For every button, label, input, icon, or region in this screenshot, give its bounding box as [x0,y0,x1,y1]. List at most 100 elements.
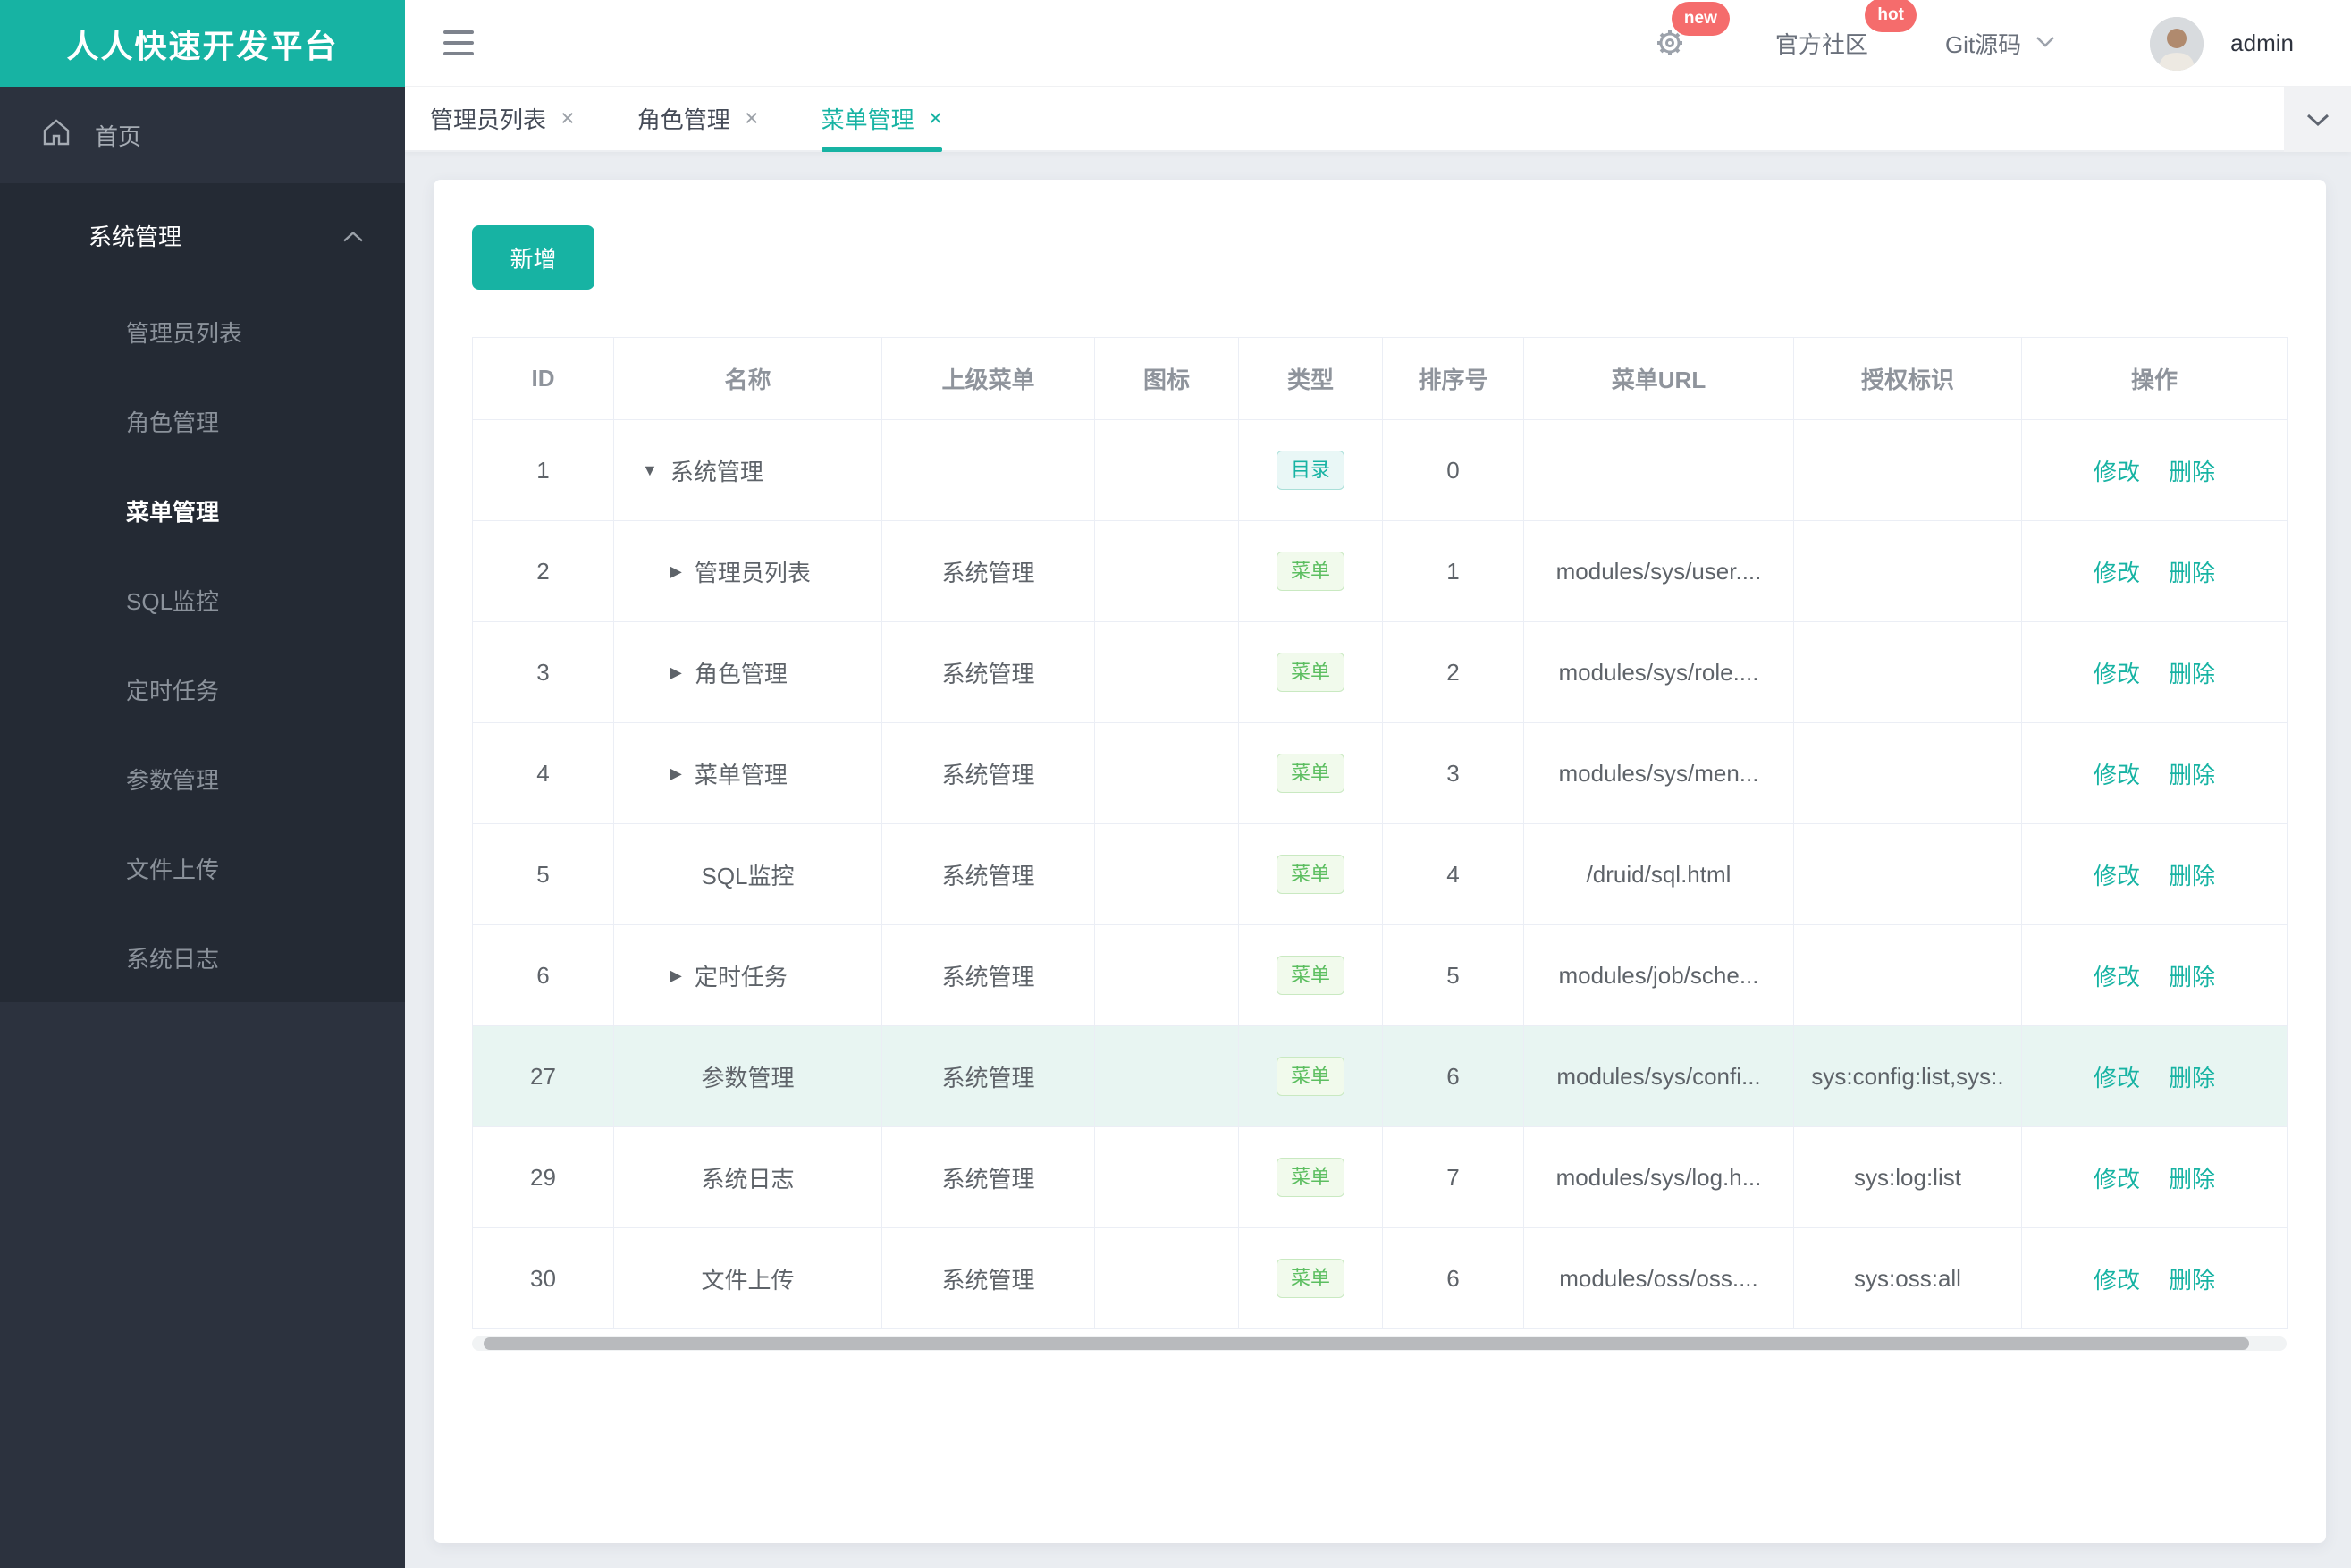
avatar[interactable] [2150,16,2204,71]
menu-table-wrap: ID 名称 上级菜单 图标 类型 排序号 菜单URL 授权标识 操作 1 ▼ 系统管理 目录 0 修改 删除… [472,337,2288,1351]
sidebar-group-title[interactable]: 系统管理 [0,183,405,287]
tree-collapse-icon[interactable]: ▶ [670,966,682,985]
table-row[interactable]: 27 参数管理 系统管理 菜单 6 modules/sys/confi... sys:con… [472,1025,2288,1127]
tab-item[interactable]: 管理员列表 × [430,87,575,150]
username-label[interactable]: admin [2230,30,2294,57]
cell-name: SQL监控 [613,823,882,925]
cell-actions: 修改 删除 [2021,924,2288,1026]
tree-node[interactable]: ▶ 定时任务 [615,959,881,992]
cell-perms: sys:log:list [1793,1126,2022,1228]
cell-parent-menu: 系统管理 [881,924,1095,1026]
tree-node[interactable]: ▶ 管理员列表 [615,555,881,588]
horizontal-scrollbar-track[interactable] [472,1336,2287,1351]
sidebar-item[interactable]: SQL监控 [0,555,405,645]
sidebar-item[interactable]: 定时任务 [0,645,405,734]
column-header: 上级菜单 [881,337,1095,420]
column-header: 菜单URL [1523,337,1794,420]
type-badge-menu: 菜单 [1276,653,1344,692]
cell-order: 2 [1382,621,1524,723]
table-row[interactable]: 3 ▶ 角色管理 系统管理 菜单 2 modules/sys/role.... 修改 删除 [472,621,2288,723]
edit-link[interactable]: 修改 [2094,661,2140,687]
tree-node[interactable]: ▶ 角色管理 [615,656,881,689]
sidebar-item[interactable]: 角色管理 [0,376,405,466]
cell-type: 目录 [1238,419,1383,521]
edit-link[interactable]: 修改 [2094,1065,2140,1092]
app-logo: 人人快速开发平台 [0,0,405,87]
tree-node[interactable]: ▶ 菜单管理 [615,757,881,790]
table-row[interactable]: 5 SQL监控 系统管理 菜单 4/druid/sql.html 修改 删除 [472,823,2288,925]
delete-link[interactable]: 删除 [2169,1166,2215,1193]
table-row[interactable]: 30 文件上传 系统管理 菜单 6 modules/oss/oss.... sys:oss:… [472,1227,2288,1329]
cell-id: 29 [472,1126,614,1228]
tab-item[interactable]: 角色管理 × [637,87,759,150]
table-row[interactable]: 6 ▶ 定时任务 系统管理 菜单 5 modules/job/sche... 修改 删除 [472,924,2288,1026]
sidebar-item[interactable]: 文件上传 [0,823,405,913]
edit-link[interactable]: 修改 [2094,1166,2140,1193]
sidebar-item[interactable]: 系统日志 [0,913,405,1002]
table-row[interactable]: 29 系统日志 系统管理 菜单 7 modules/sys/log.h... sys:log… [472,1126,2288,1228]
cell-type: 菜单 [1238,520,1383,622]
sidebar-item-home[interactable]: 首页 [0,87,405,183]
cell-perms [1793,520,2022,622]
cell-id: 6 [472,924,614,1026]
tab-close-icon[interactable]: × [560,106,575,131]
cell-type: 菜单 [1238,722,1383,824]
type-badge-menu: 菜单 [1276,1158,1344,1197]
delete-link[interactable]: 删除 [2169,661,2215,687]
sidebar-item[interactable]: 菜单管理 [0,466,405,555]
cell-icon [1094,419,1239,521]
table-row[interactable]: 4 ▶ 菜单管理 系统管理 菜单 3 modules/sys/men... 修改 删除 [472,722,2288,824]
edit-link[interactable]: 修改 [2094,560,2140,586]
tree-collapse-icon[interactable]: ▶ [670,663,682,682]
cell-order: 7 [1382,1126,1524,1228]
tab-label: 管理员列表 [430,106,547,133]
sidebar-submenu: 管理员列表 角色管理 菜单管理 SQL监控 定时任务 参数管理 文件上传 系统日志 [0,287,405,1002]
column-header: 图标 [1094,337,1239,420]
table-row[interactable]: 1 ▼ 系统管理 目录 0 修改 删除 [472,419,2288,521]
tree-collapse-icon[interactable]: ▶ [670,562,682,581]
tab-close-icon[interactable]: × [929,106,943,131]
community-link[interactable]: 官方社区 hot [1775,0,1917,60]
tree-collapse-icon[interactable]: ▶ [670,764,682,783]
delete-link[interactable]: 删除 [2169,964,2215,991]
menu-name-label: 管理员列表 [694,559,811,586]
cell-type: 菜单 [1238,1126,1383,1228]
git-source-menu[interactable]: Git源码 [1945,27,2055,60]
add-button[interactable]: 新增 [472,225,594,290]
delete-link[interactable]: 删除 [2169,560,2215,586]
settings-button[interactable]: new [1650,2,1730,65]
cell-perms [1793,419,2022,521]
sidebar-item[interactable]: 管理员列表 [0,287,405,376]
cell-menu-url: modules/sys/user.... [1523,520,1794,622]
tabs-dropdown-button[interactable] [2284,87,2351,152]
tab-active[interactable]: 菜单管理 × [821,87,943,152]
sidebar-toggle-button[interactable] [443,30,474,55]
cell-perms [1793,823,2022,925]
delete-link[interactable]: 删除 [2169,863,2215,889]
tree-node[interactable]: ▼ 系统管理 [615,454,881,487]
edit-link[interactable]: 修改 [2094,1267,2140,1294]
delete-link[interactable]: 删除 [2169,1065,2215,1092]
delete-link[interactable]: 删除 [2169,762,2215,788]
cell-id: 2 [472,520,614,622]
table-row[interactable]: 2 ▶ 管理员列表 系统管理 菜单 1 modules/sys/user.... 修改 删除 [472,520,2288,622]
column-header: 类型 [1238,337,1383,420]
edit-link[interactable]: 修改 [2094,762,2140,788]
tab-close-icon[interactable]: × [745,106,759,131]
delete-link[interactable]: 删除 [2169,459,2215,485]
horizontal-scrollbar-thumb[interactable] [484,1337,2249,1350]
type-badge-menu: 菜单 [1276,1259,1344,1298]
table-header-row: ID 名称 上级菜单 图标 类型 排序号 菜单URL 授权标识 操作 [472,337,2288,420]
sidebar-group-system: 系统管理 管理员列表 角色管理 菜单管理 SQL监控 定时任务 参数管理 文件上传 系统日志 [0,183,405,1002]
edit-link[interactable]: 修改 [2094,964,2140,991]
delete-link[interactable]: 删除 [2169,1267,2215,1294]
hot-badge: hot [1865,0,1917,32]
new-badge: new [1671,2,1730,36]
edit-link[interactable]: 修改 [2094,863,2140,889]
cell-parent-menu [881,419,1095,521]
type-badge-menu: 菜单 [1276,956,1344,995]
cell-menu-url: modules/sys/men... [1523,722,1794,824]
edit-link[interactable]: 修改 [2094,459,2140,485]
sidebar-item[interactable]: 参数管理 [0,734,405,823]
tree-expand-icon[interactable]: ▼ [642,461,658,480]
